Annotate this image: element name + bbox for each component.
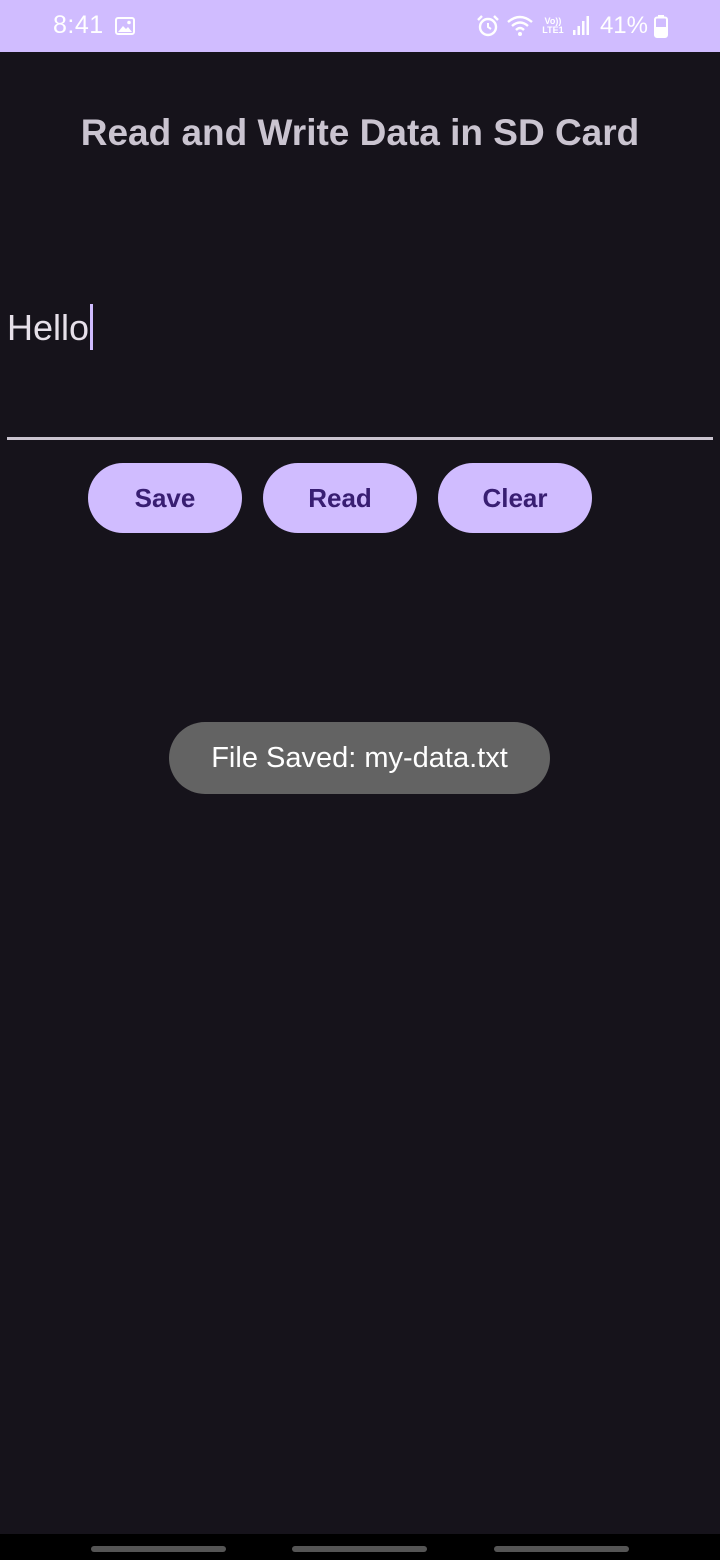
wifi-icon xyxy=(507,15,533,36)
battery-icon xyxy=(654,15,668,38)
status-bar: 8:41 Vo)) LTE1 41% xyxy=(0,0,720,52)
text-input-text: Hello xyxy=(7,307,90,348)
clear-button[interactable]: Clear xyxy=(438,463,592,533)
status-time: 8:41 xyxy=(53,11,104,39)
recents-nav-handle[interactable] xyxy=(91,1546,226,1552)
page-title: Read and Write Data in SD Card xyxy=(80,112,640,153)
volte-line-2: LTE1 xyxy=(542,25,564,35)
signal-icon xyxy=(572,16,589,35)
back-nav-handle[interactable] xyxy=(494,1546,629,1552)
volte-icon: Vo)) LTE1 xyxy=(540,17,566,35)
home-nav-handle[interactable] xyxy=(292,1546,427,1552)
read-button[interactable]: Read xyxy=(263,463,417,533)
toast-message: File Saved: my-data.txt xyxy=(169,722,550,794)
battery-percent: 41% xyxy=(599,12,648,39)
text-input[interactable]: Hello xyxy=(7,300,713,440)
save-button[interactable]: Save xyxy=(88,463,242,533)
alarm-icon xyxy=(477,15,499,37)
text-input-underline xyxy=(7,437,713,440)
app-screen: 8:41 Vo)) LTE1 41% Read and Write Data i… xyxy=(0,0,720,1560)
text-input-value: Hello xyxy=(7,304,94,350)
status-icons: Vo)) LTE1 41% xyxy=(476,0,668,52)
gallery-icon xyxy=(115,17,135,35)
text-cursor xyxy=(90,304,94,350)
navigation-bar xyxy=(0,1534,720,1560)
